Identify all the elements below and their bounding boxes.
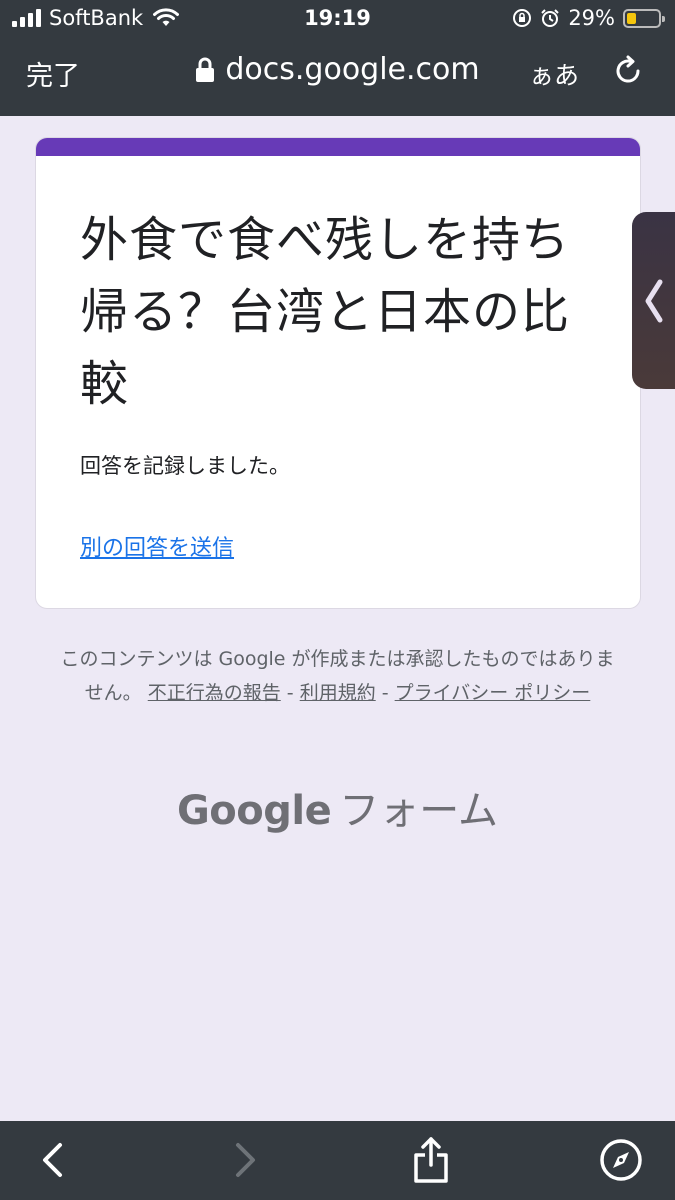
terms-link[interactable]: 利用規約 — [300, 682, 376, 704]
form-confirmation-card: 外食で食べ残しを持ち帰る？台湾と日本の比較 回答を記録しました。 別の回答を送信 — [35, 137, 641, 609]
chevron-left-icon[interactable] — [28, 1135, 78, 1185]
confirmation-message: 回答を記録しました。 — [80, 454, 290, 478]
form-title: 外食で食べ残しを持ち帰る？台湾と日本の比較 — [80, 212, 571, 412]
disclaimer: このコンテンツは Google が作成または承認したものではありません。 不正行… — [60, 642, 615, 710]
brand-forms: フォーム — [339, 788, 499, 834]
separator: - — [375, 682, 395, 704]
separator: - — [280, 682, 300, 704]
url-row: 完了 docs.google.com ぁあ — [0, 48, 675, 98]
status-right: 29% — [512, 6, 665, 30]
reload-icon[interactable] — [611, 54, 645, 88]
side-panel-tab[interactable] — [632, 212, 675, 389]
chevron-right-icon[interactable] — [220, 1135, 270, 1185]
url-text: docs.google.com — [225, 52, 480, 87]
brand-google: Google — [176, 788, 332, 834]
battery-percent: 29% — [568, 6, 615, 30]
compass-icon[interactable] — [596, 1135, 646, 1185]
share-icon[interactable] — [406, 1135, 456, 1185]
rotation-lock-icon — [513, 9, 532, 27]
text-size-button[interactable]: ぁあ — [529, 56, 579, 92]
status-bar: SoftBank 19:19 29% — [0, 0, 675, 38]
google-forms-logo[interactable]: Google フォーム — [0, 778, 675, 836]
browser-bottom-toolbar — [0, 1121, 675, 1200]
browser-top-bar: SoftBank 19:19 29% 完了 docs.google.com ぁあ — [0, 0, 675, 116]
submit-another-link[interactable]: 別の回答を送信 — [80, 530, 234, 562]
lock-icon — [196, 57, 215, 82]
privacy-policy-link[interactable]: プライバシー ポリシー — [395, 682, 591, 704]
chevron-left-icon — [645, 279, 663, 323]
alarm-icon — [541, 9, 560, 27]
card-accent-bar — [36, 138, 640, 156]
report-abuse-link[interactable]: 不正行為の報告 — [148, 682, 281, 704]
battery-icon — [623, 8, 665, 28]
